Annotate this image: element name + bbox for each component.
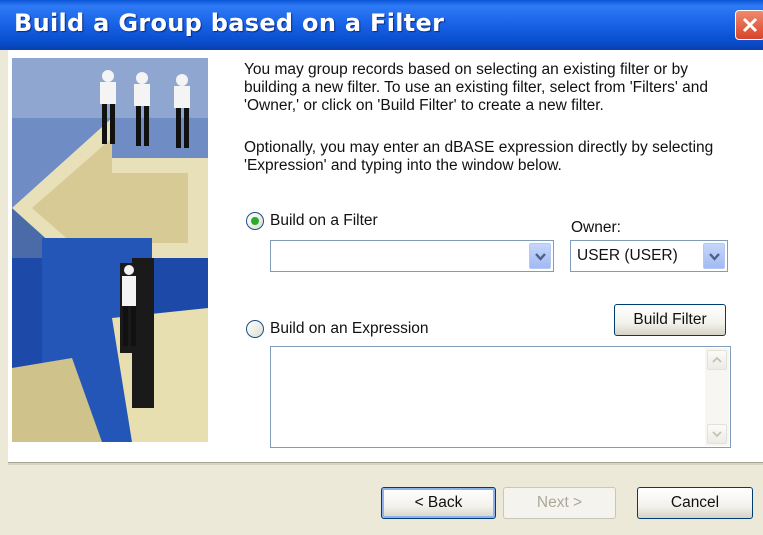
filter-dropdown-button[interactable] <box>529 243 551 269</box>
radio-selected-dot <box>251 217 259 225</box>
scroll-up-button[interactable] <box>707 350 727 370</box>
description-paragraph: You may group records based on selecting… <box>244 61 708 114</box>
chevron-down-icon <box>709 253 720 261</box>
footer-divider <box>8 462 763 465</box>
owner-label: Owner: <box>571 219 621 236</box>
expression-radio[interactable] <box>246 320 264 338</box>
expression-radio-label[interactable]: Build on an Expression <box>270 320 429 338</box>
owner-select-value: USER (USER) <box>577 247 678 264</box>
back-button[interactable]: < Back <box>381 487 496 519</box>
dialog-window: Build a Group based on a Filter You may … <box>0 0 763 535</box>
close-button[interactable] <box>735 10 763 40</box>
build-filter-button[interactable]: Build Filter <box>614 304 726 336</box>
filter-select[interactable] <box>270 240 554 272</box>
wizard-illustration <box>12 58 208 442</box>
description-paragraph-optional: Optionally, you may enter an dBASE expre… <box>244 139 714 174</box>
chevron-up-icon <box>712 357 722 363</box>
expression-textarea[interactable] <box>270 346 731 448</box>
owner-dropdown-button[interactable] <box>703 243 725 269</box>
window-title: Build a Group based on a Filter <box>14 9 445 37</box>
close-icon <box>742 17 758 33</box>
owner-select[interactable]: USER (USER) <box>570 240 728 272</box>
expression-scrollbar[interactable] <box>705 348 729 446</box>
filter-radio-label[interactable]: Build on a Filter <box>270 212 378 230</box>
chevron-down-icon <box>535 253 546 261</box>
chevron-down-icon <box>712 431 722 437</box>
next-button[interactable]: Next > <box>503 487 616 519</box>
cancel-button[interactable]: Cancel <box>637 487 753 519</box>
title-bar[interactable]: Build a Group based on a Filter <box>0 0 763 50</box>
filter-radio[interactable] <box>246 212 264 230</box>
scroll-down-button[interactable] <box>707 424 727 444</box>
